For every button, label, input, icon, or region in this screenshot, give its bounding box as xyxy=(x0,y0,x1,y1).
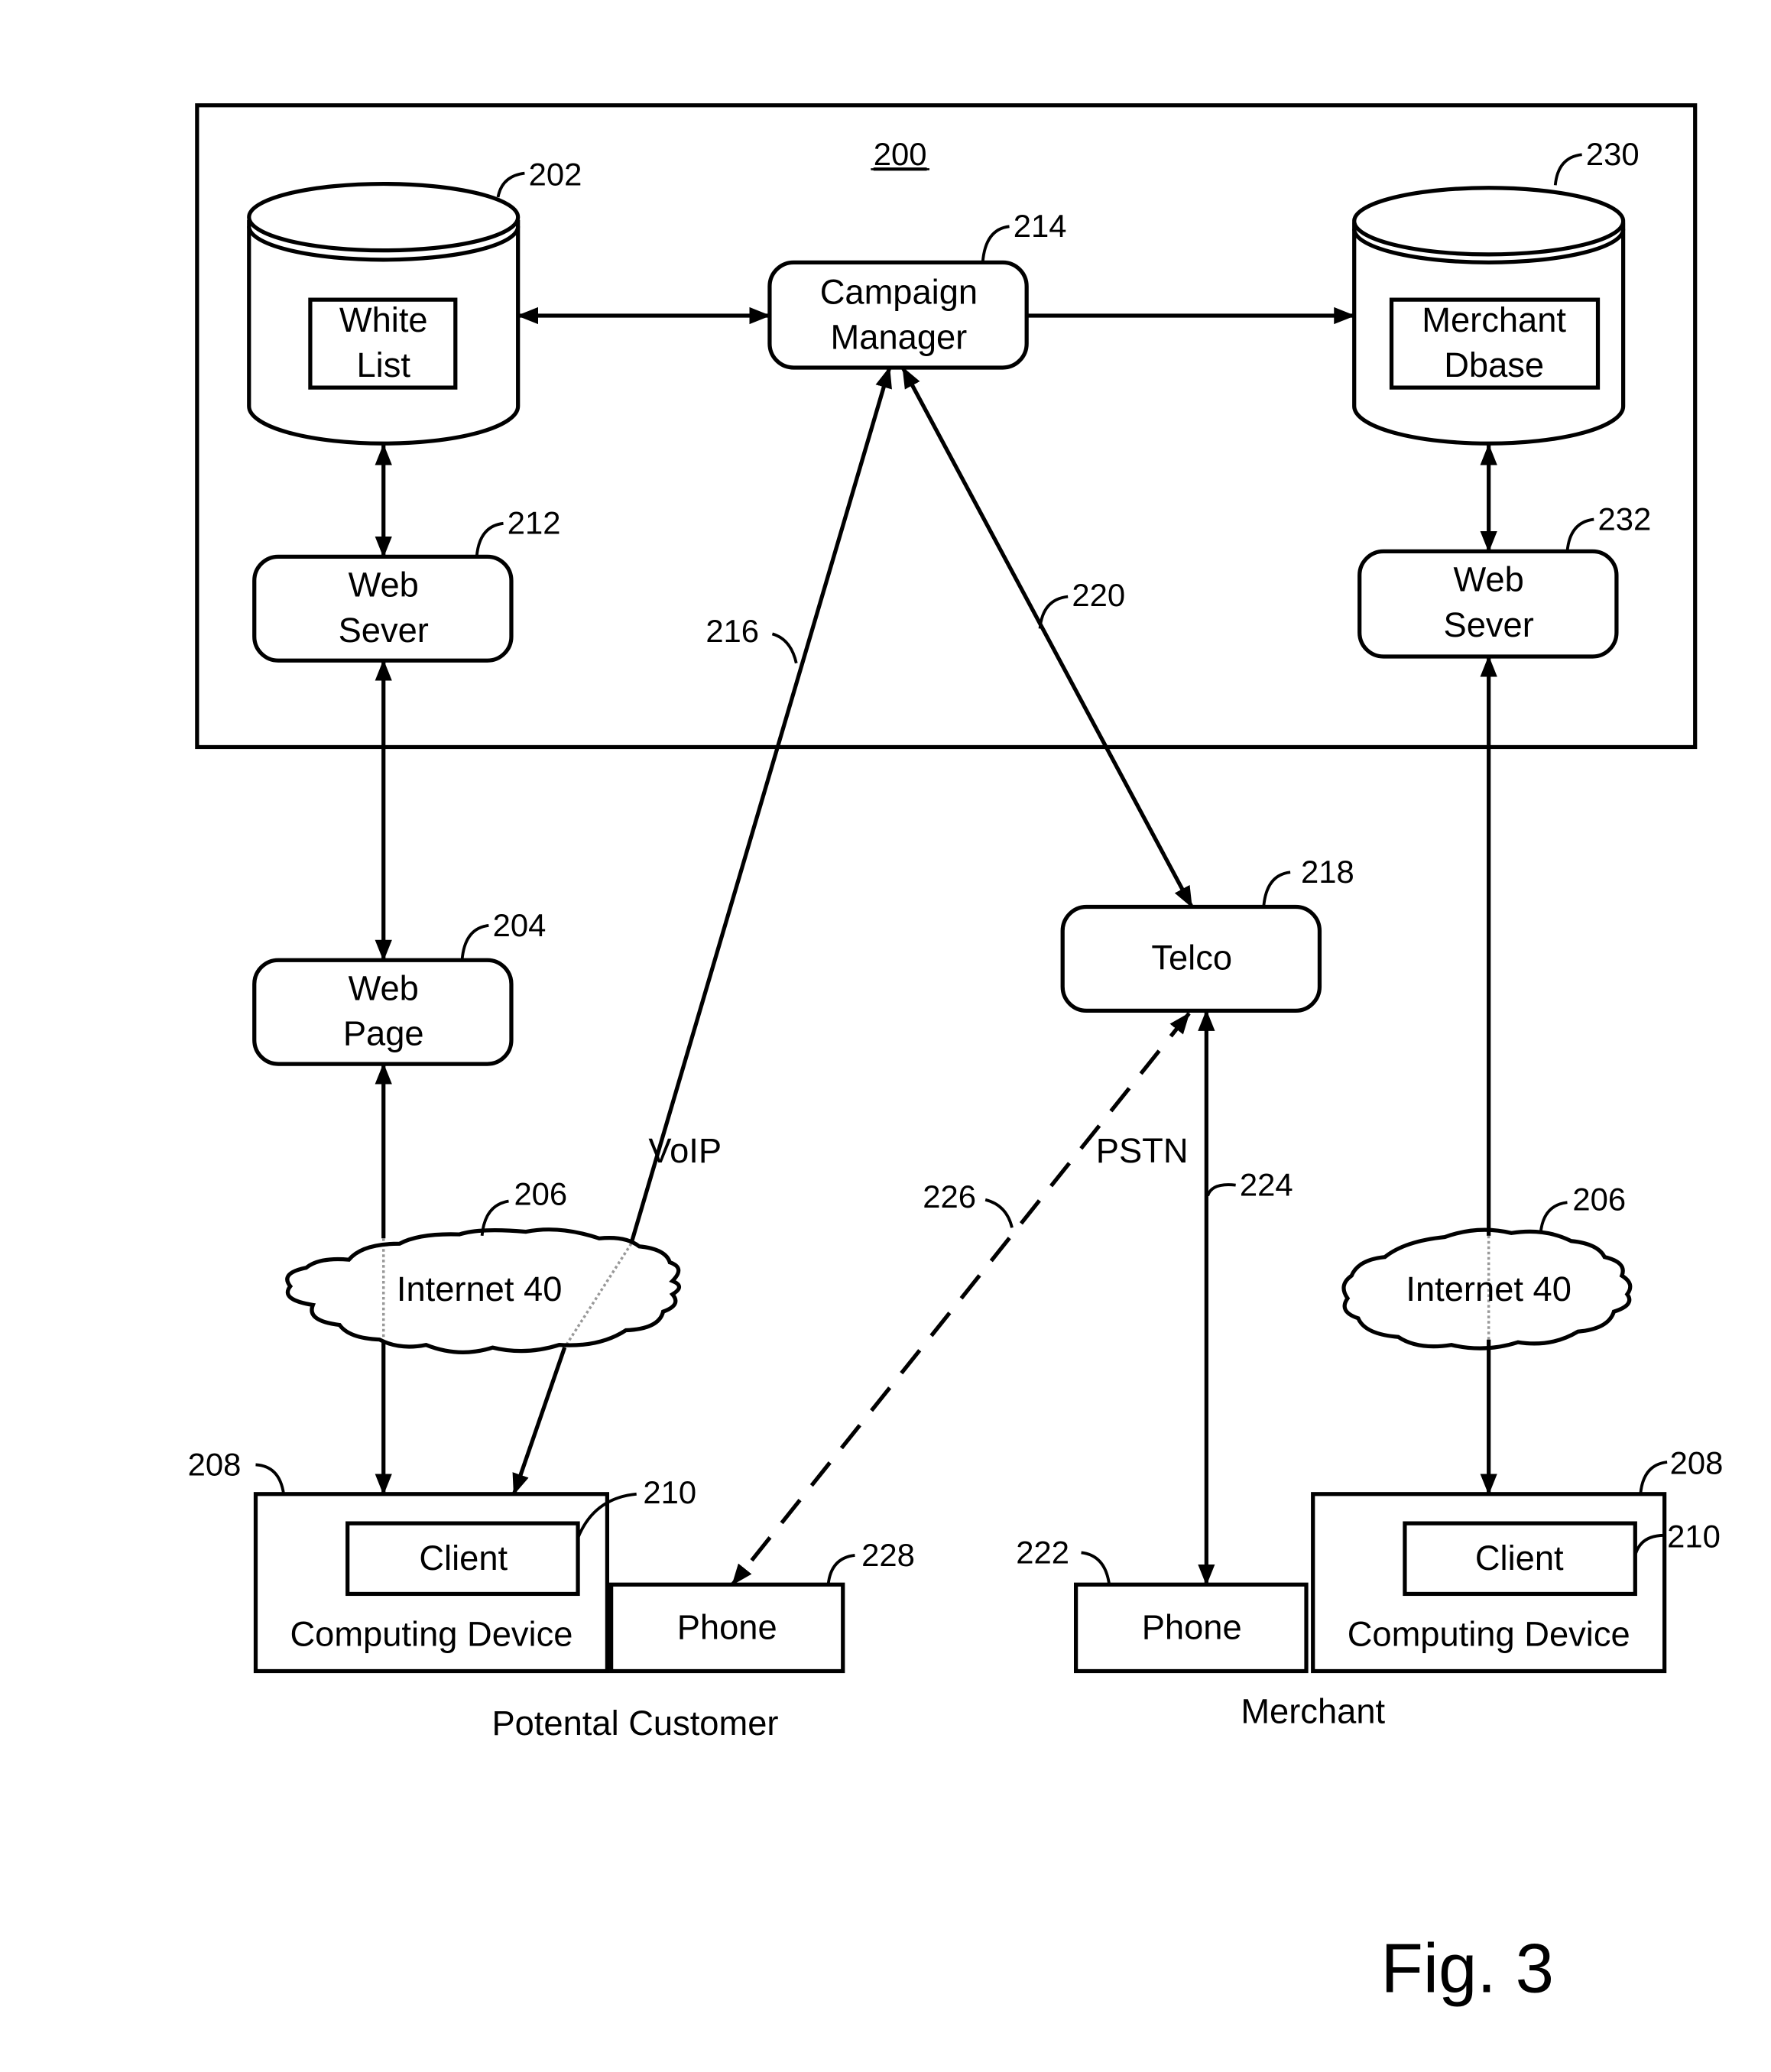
merchant-phone[interactable]: Phone xyxy=(1074,1582,1309,1674)
ref-label-212: 212 xyxy=(508,505,561,541)
ref-leader-232 xyxy=(1565,517,1594,552)
system-ref-label: 200 xyxy=(874,136,927,172)
merchant-device-label: Computing Device xyxy=(1348,1614,1630,1653)
web-server-left-line1: Web xyxy=(349,566,419,605)
ref-leader-220 xyxy=(1038,595,1069,629)
figure-label: Fig. 3 xyxy=(1381,1930,1555,2007)
campaign-manager-line1: Campaign xyxy=(820,272,978,311)
telco-label: Telco xyxy=(1151,938,1232,977)
web-server-left-line2: Sever xyxy=(339,611,429,650)
ref-leader-230 xyxy=(1553,153,1582,186)
internet-left-label: Internet 40 xyxy=(397,1269,563,1308)
voip-label: VoIP xyxy=(648,1131,722,1170)
web-server-right-line1: Web xyxy=(1454,560,1524,599)
web-page-line2: Page xyxy=(343,1014,424,1053)
system-diagram: 200 White List 202 Campaign Manager 214 … xyxy=(188,103,1724,2007)
ref-label-218: 218 xyxy=(1301,854,1354,890)
merchant-dbase-line1: Merchant xyxy=(1422,300,1566,339)
merchant-database[interactable]: Merchant Dbase xyxy=(1352,186,1626,446)
ref-leader-218 xyxy=(1262,871,1291,907)
merchant-client-label: Client xyxy=(1475,1539,1564,1578)
ref-label-210-right: 210 xyxy=(1667,1518,1721,1554)
white-list-label-line2: List xyxy=(356,345,410,384)
link-campaign-telco xyxy=(900,366,1194,908)
ref-leader-222 xyxy=(1081,1551,1111,1585)
ref-label-204: 204 xyxy=(493,907,547,943)
customer-group-label: Potental Customer xyxy=(491,1704,778,1743)
ref-label-206-left: 206 xyxy=(514,1176,567,1212)
campaign-manager-node[interactable]: Campaign Manager xyxy=(767,260,1029,370)
ref-label-228: 228 xyxy=(861,1537,915,1573)
link-dashed-call xyxy=(731,1012,1191,1586)
ref-leader-214 xyxy=(981,225,1010,263)
ref-label-210-left: 210 xyxy=(643,1474,696,1510)
ref-label-232: 232 xyxy=(1598,501,1652,537)
internet-cloud-left: Internet 40 xyxy=(285,1227,682,1354)
merchant-group-label: Merchant xyxy=(1241,1691,1385,1730)
ref-label-214: 214 xyxy=(1014,208,1067,244)
white-list-label-line1: White xyxy=(339,300,428,339)
ref-label-202: 202 xyxy=(529,156,582,192)
customer-computing-device[interactable]: Client Computing Device xyxy=(253,1492,610,1674)
ref-label-226: 226 xyxy=(923,1179,976,1214)
ref-label-224: 224 xyxy=(1240,1167,1293,1203)
internet-cloud-right: Internet 40 xyxy=(1341,1227,1633,1351)
web-server-right-line2: Sever xyxy=(1444,605,1534,644)
web-page-line1: Web xyxy=(349,968,419,1007)
customer-device-label: Computing Device xyxy=(290,1614,572,1653)
ref-label-230: 230 xyxy=(1586,136,1640,172)
ref-label-208-left: 208 xyxy=(188,1446,242,1482)
internet-right-label: Internet 40 xyxy=(1406,1269,1572,1308)
white-list-database[interactable]: White List xyxy=(247,181,521,446)
ref-label-220: 220 xyxy=(1072,577,1125,613)
ref-leader-206-right xyxy=(1539,1201,1568,1234)
campaign-manager-line2: Manager xyxy=(831,318,968,357)
ref-leader-208-right xyxy=(1639,1461,1668,1494)
merchant-dbase-line2: Dbase xyxy=(1444,345,1544,384)
ref-label-208-right: 208 xyxy=(1670,1445,1724,1481)
ref-leader-204 xyxy=(460,924,489,961)
ref-leader-202 xyxy=(496,171,525,198)
merchant-phone-label: Phone xyxy=(1142,1608,1242,1647)
web-server-right-node[interactable]: Web Sever xyxy=(1357,549,1619,659)
ref-leader-226 xyxy=(984,1198,1014,1228)
ref-label-216: 216 xyxy=(705,613,759,649)
web-page-node[interactable]: Web Page xyxy=(252,958,514,1066)
web-server-left-node[interactable]: Web Sever xyxy=(252,554,514,663)
ref-label-222: 222 xyxy=(1016,1534,1069,1570)
ref-leader-212 xyxy=(475,521,504,557)
ref-leader-216 xyxy=(771,632,798,664)
pstn-label: PSTN xyxy=(1096,1131,1189,1170)
merchant-computing-device[interactable]: Client Computing Device xyxy=(1311,1492,1667,1674)
customer-client-label: Client xyxy=(419,1539,508,1578)
telco-node[interactable]: Telco xyxy=(1060,904,1322,1013)
link-voip xyxy=(629,366,892,1245)
customer-phone[interactable]: Phone xyxy=(609,1582,845,1674)
ref-leader-208-left xyxy=(255,1463,285,1495)
ref-leader-228 xyxy=(826,1554,855,1585)
customer-phone-label: Phone xyxy=(677,1608,777,1647)
ref-label-206-right: 206 xyxy=(1572,1182,1626,1218)
ref-leader-224 xyxy=(1206,1183,1236,1197)
